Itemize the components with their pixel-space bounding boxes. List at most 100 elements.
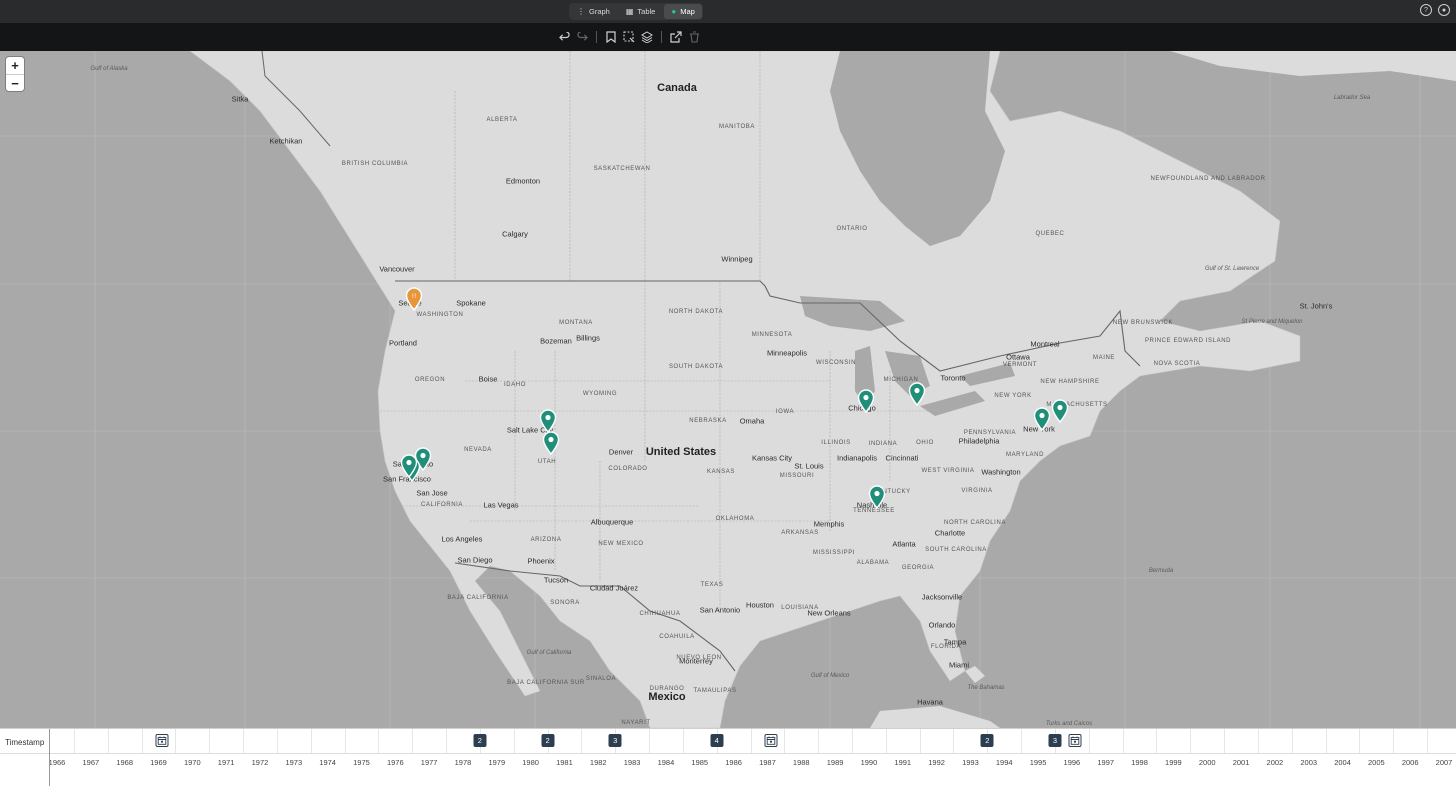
user-icon[interactable]: ● bbox=[1438, 4, 1450, 16]
map-pin[interactable] bbox=[542, 431, 560, 456]
map-label-states: VERMONT bbox=[1002, 362, 1038, 368]
timeline-tick bbox=[784, 729, 786, 753]
map-label-states: SONORA bbox=[550, 600, 580, 606]
timeline-tick bbox=[175, 729, 177, 753]
timeline-event-icon[interactable] bbox=[1068, 734, 1082, 747]
map-label-cities: Ottawa bbox=[1006, 352, 1030, 362]
map-label-provinces: NOVA SCOTIA bbox=[1153, 361, 1201, 367]
app-root: ⋮ Graph ▦ Table ● Map ? ● + − Canada Uni… bbox=[0, 0, 1456, 786]
map-pin-icon bbox=[1051, 399, 1069, 424]
map-pin[interactable] bbox=[400, 454, 418, 479]
map-pin[interactable] bbox=[908, 382, 926, 407]
map-label-cities: New Orleans bbox=[807, 608, 851, 618]
timeline-tick bbox=[1021, 729, 1023, 753]
layers-icon[interactable] bbox=[640, 29, 654, 45]
map-canvas[interactable]: + − Canada United States Mexico ALBERTA MANI… bbox=[0, 51, 1456, 728]
map-pin-icon bbox=[868, 485, 886, 510]
timeline-tick bbox=[73, 729, 75, 753]
timeline-tick bbox=[243, 729, 245, 753]
export-icon[interactable] bbox=[669, 29, 683, 45]
map-label-cities: Kansas City bbox=[751, 453, 793, 463]
map-label-cities: Washington bbox=[981, 467, 1021, 477]
map-label-states: MONTANA bbox=[559, 320, 593, 326]
top-right-actions: ? ● bbox=[1420, 4, 1450, 16]
timeline-row-label: Timestamp bbox=[5, 738, 45, 747]
map-label-states: CALIFORNIA bbox=[420, 502, 464, 508]
map-label-cities: Tampa bbox=[943, 637, 967, 647]
timeline-year-label: 1977 bbox=[420, 758, 438, 767]
map-label-cities: Philadelphia bbox=[958, 436, 1000, 446]
map-pin[interactable] bbox=[1033, 407, 1051, 432]
timeline-event-icon[interactable] bbox=[155, 734, 169, 747]
delete-icon[interactable] bbox=[687, 29, 701, 45]
timeline-year-label: 1991 bbox=[894, 758, 912, 767]
timeline-year-label: 1995 bbox=[1029, 758, 1047, 767]
zoom-out-button[interactable]: − bbox=[6, 74, 24, 91]
tab-graph[interactable]: ⋮ Graph bbox=[570, 4, 617, 19]
timeline-tick bbox=[1291, 729, 1293, 753]
timeline-event-count[interactable]: 3 bbox=[1048, 734, 1062, 747]
map-pin[interactable] bbox=[1051, 399, 1069, 424]
timeline-tick bbox=[141, 729, 143, 753]
map-label-cities: Bozeman bbox=[540, 336, 572, 346]
timeline-tick bbox=[649, 729, 651, 753]
map-label-provinces: QUEBEC bbox=[1035, 231, 1065, 237]
timeline-tick bbox=[953, 729, 955, 753]
timeline-year-label: 1996 bbox=[1063, 758, 1081, 767]
map-label-states: COAHUILA bbox=[659, 634, 695, 640]
map-label-states: CHIHUAHUA bbox=[639, 611, 681, 617]
help-icon[interactable]: ? bbox=[1420, 4, 1432, 16]
timeline-event-icon[interactable] bbox=[764, 734, 778, 747]
map-label-states: INDIANA bbox=[868, 441, 898, 447]
map-label-states: NEW MEXICO bbox=[598, 541, 644, 547]
undo-icon[interactable] bbox=[557, 29, 571, 45]
map-pin[interactable]: !! bbox=[405, 287, 423, 312]
map-label-cities: San Antonio bbox=[699, 605, 741, 615]
map-label-states: NORTH DAKOTA bbox=[668, 309, 724, 315]
map-label-states: ARIZONA bbox=[530, 537, 562, 543]
map-label-states: KANSAS bbox=[707, 469, 735, 475]
bookmark-icon[interactable] bbox=[604, 29, 618, 45]
timeline-year-label: 1989 bbox=[826, 758, 844, 767]
map-label-cities: San Jose bbox=[416, 488, 448, 498]
map-label-cities: Edmonton bbox=[505, 176, 541, 186]
map-label-provinces: NEWFOUNDLAND AND LABRADOR bbox=[1150, 176, 1266, 182]
calendar-icon bbox=[157, 736, 167, 745]
timeline-year-label: 1972 bbox=[251, 758, 269, 767]
timeline-year-label: 1979 bbox=[488, 758, 506, 767]
map-label-cities: Albuquerque bbox=[590, 517, 634, 527]
map-label-states: WYOMING bbox=[582, 391, 618, 397]
map-pin[interactable] bbox=[868, 485, 886, 510]
zoom-in-button[interactable]: + bbox=[6, 57, 24, 74]
map-label-states: ALABAMA bbox=[856, 560, 890, 566]
map-label-cities: Monterrey bbox=[679, 656, 713, 666]
tab-table[interactable]: ▦ Table bbox=[619, 4, 663, 19]
map-label-states: SOUTH DAKOTA bbox=[668, 364, 724, 370]
map-label-cities: Houston bbox=[746, 600, 774, 610]
map-label-states: ARKANSAS bbox=[781, 530, 819, 536]
timeline-year-label: 1994 bbox=[995, 758, 1013, 767]
tab-map[interactable]: ● Map bbox=[664, 4, 702, 19]
map-pin[interactable] bbox=[539, 409, 557, 434]
zoom-control: + − bbox=[6, 57, 24, 91]
map-label-cities: Phoenix bbox=[527, 556, 555, 566]
select-area-icon[interactable] bbox=[622, 29, 636, 45]
map-pin[interactable] bbox=[857, 389, 875, 414]
timeline-year-label: 1969 bbox=[150, 758, 167, 767]
timeline-tick bbox=[344, 729, 346, 753]
map-label-cities: Minneapolis bbox=[766, 348, 808, 358]
timeline-event-count[interactable]: 2 bbox=[980, 734, 994, 747]
timeline-year-label: 1975 bbox=[353, 758, 370, 767]
redo-icon[interactable] bbox=[575, 29, 589, 45]
timeline-event-count[interactable]: 2 bbox=[541, 734, 555, 747]
map-label-states: ILLINOIS bbox=[821, 440, 851, 446]
timeline-event-count[interactable]: 2 bbox=[473, 734, 487, 747]
timeline-event-count[interactable]: 3 bbox=[608, 734, 622, 747]
map-label-states: IOWA bbox=[775, 409, 795, 415]
map-icon: ● bbox=[671, 6, 677, 16]
timeline-year-label: 1971 bbox=[217, 758, 235, 767]
map-label-states: IDAHO bbox=[503, 382, 527, 388]
map-label-cities: Memphis bbox=[813, 519, 845, 529]
svg-text:!!: !! bbox=[412, 293, 417, 300]
timeline-event-count[interactable]: 4 bbox=[710, 734, 724, 747]
